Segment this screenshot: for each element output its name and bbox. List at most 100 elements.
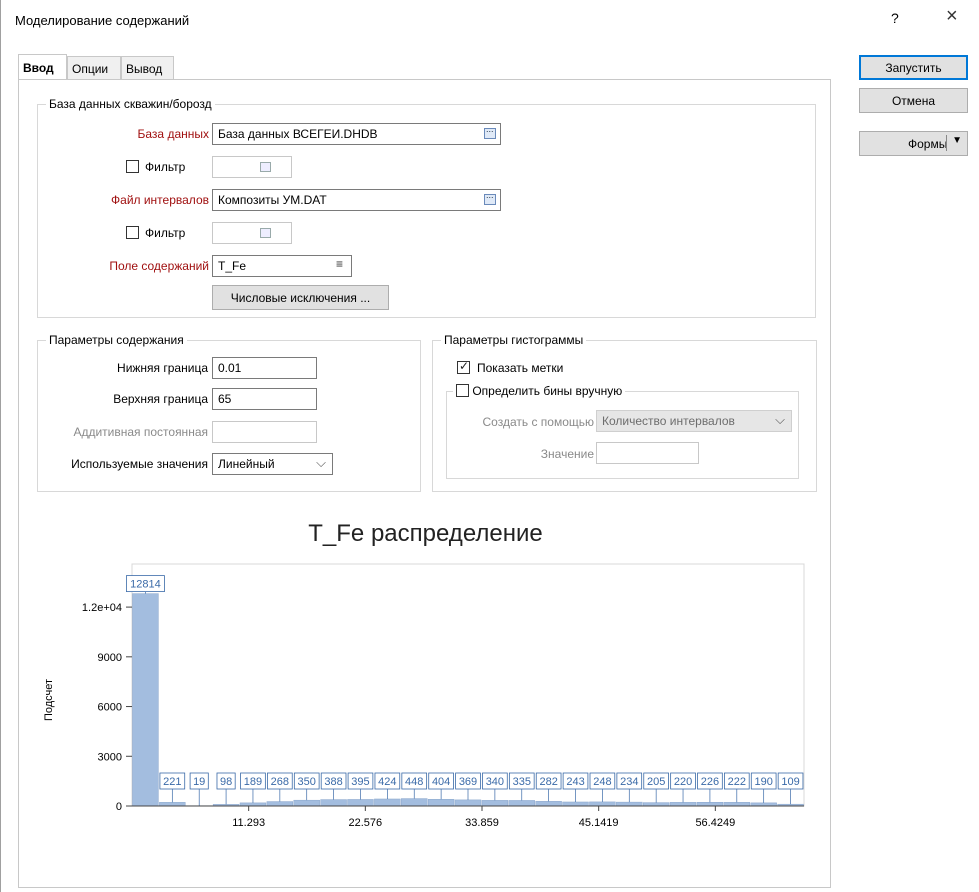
y-axis-label: Подсчет xyxy=(43,679,55,721)
histogram-bar xyxy=(374,798,401,807)
forms-button-label: Формы xyxy=(908,137,948,151)
tab-input[interactable]: Ввод xyxy=(18,54,67,80)
histogram-bar xyxy=(481,800,509,807)
create-with-value: Количество интервалов xyxy=(602,414,735,428)
grade-field-input[interactable]: T_Fe ≡ xyxy=(212,255,352,277)
data-label: 189 xyxy=(244,776,262,788)
histogram-bar xyxy=(159,802,186,807)
x-tick-label: 33.859 xyxy=(465,817,499,829)
histogram-bar xyxy=(320,799,347,807)
histogram-bar xyxy=(347,799,374,807)
database-label: База данных xyxy=(137,127,209,141)
database-input[interactable]: База данных ВСЕГЕИ.DHDB xyxy=(212,123,501,145)
x-tick-label: 11.293 xyxy=(232,817,265,829)
filter1-input[interactable] xyxy=(212,156,292,178)
y-tick-label: 9000 xyxy=(98,652,122,664)
filter2-label: Фильтр xyxy=(145,226,186,240)
browse-interval-icon[interactable] xyxy=(484,190,496,205)
data-label: 424 xyxy=(378,776,396,788)
chevron-down-icon: ⌵ xyxy=(775,412,785,427)
forms-button[interactable]: Формы ▼ xyxy=(859,131,968,156)
y-tick-label: 1.2e+04 xyxy=(82,602,122,614)
data-label: 248 xyxy=(593,776,611,788)
chevron-down-icon: ⌵ xyxy=(316,455,326,470)
create-with-select[interactable]: Количество интервалов ⌵ xyxy=(596,410,792,432)
split-separator xyxy=(946,135,947,151)
grade-field-value: T_Fe xyxy=(218,259,247,273)
grade-params-group: Параметры содержания Нижняя граница 0.01… xyxy=(37,333,421,492)
filter2-checkbox[interactable] xyxy=(126,226,139,239)
data-label: 109 xyxy=(781,776,799,788)
histogram-bar xyxy=(132,593,159,807)
data-label: 220 xyxy=(674,776,692,788)
data-label: 190 xyxy=(755,776,773,788)
dialog-window: Моделирование содержаний ? × Ввод Опции … xyxy=(0,0,979,892)
data-label: 221 xyxy=(163,776,181,788)
tab-output[interactable]: Вывод xyxy=(121,56,174,80)
histogram-bar xyxy=(696,802,724,807)
lower-bound-input[interactable]: 0.01 xyxy=(212,357,317,379)
data-label: 19 xyxy=(193,776,205,788)
manual-bins-label: Определить бины вручную xyxy=(472,384,623,398)
filter2-input[interactable] xyxy=(212,222,292,244)
interval-file-value: Композиты УМ.DAT xyxy=(218,193,327,207)
manual-bins-title: Определить бины вручную xyxy=(453,384,626,398)
additive-constant-input[interactable] xyxy=(212,421,317,443)
histogram-bar xyxy=(293,799,320,807)
upper-bound-input[interactable]: 65 xyxy=(212,388,317,410)
tab-content-panel: База данных скважин/борозд База данных Б… xyxy=(18,79,831,888)
data-label: 243 xyxy=(566,776,584,788)
browse-database-icon[interactable] xyxy=(484,124,496,139)
data-label: 388 xyxy=(324,776,342,788)
y-tick-label: 3000 xyxy=(98,751,122,763)
filter1-label: Фильтр xyxy=(145,160,186,174)
value-label: Значение xyxy=(540,447,594,461)
filter-icon[interactable] xyxy=(260,162,271,172)
histogram-bar xyxy=(669,802,697,807)
show-labels-checkbox[interactable] xyxy=(457,359,470,374)
window-title: Моделирование содержаний xyxy=(15,13,190,28)
data-label: 340 xyxy=(486,776,504,788)
filter-icon[interactable] xyxy=(260,228,271,238)
used-values-select[interactable]: Линейный ⌵ xyxy=(212,453,333,475)
histogram-bar xyxy=(562,801,589,807)
x-tick-label: 45.1419 xyxy=(579,817,619,829)
chart-title: T_Fe распределение xyxy=(308,520,543,547)
grade-field-label: Поле содержаний xyxy=(109,259,209,273)
db-group: База данных скважин/борозд База данных Б… xyxy=(37,97,816,318)
list-icon[interactable]: ≡ xyxy=(336,257,343,271)
numeric-exclusions-button[interactable]: Числовые исключения ... xyxy=(212,285,389,310)
data-label: 404 xyxy=(432,776,450,788)
histogram-chart: 0 3000 6000 9000 1.2e+04 Подсчет 12814 221 19 98 1… xyxy=(43,563,805,829)
additive-constant-label: Аддитивная постоянная xyxy=(73,425,208,439)
data-label: 369 xyxy=(459,776,477,788)
show-labels-label: Показать метки xyxy=(477,361,564,375)
histogram-bar xyxy=(454,799,482,807)
interval-file-input[interactable]: Композиты УМ.DAT xyxy=(212,189,501,211)
value-input[interactable] xyxy=(596,442,699,464)
data-label: 12814 xyxy=(130,579,161,591)
grade-params-title: Параметры содержания xyxy=(46,333,187,347)
database-value: База данных ВСЕГЕИ.DHDB xyxy=(218,127,378,141)
histogram-bar xyxy=(401,798,428,807)
interval-file-label: Файл интервалов xyxy=(111,193,209,207)
help-button[interactable]: ? xyxy=(891,10,899,26)
data-label: 268 xyxy=(271,776,289,788)
data-label: 395 xyxy=(351,776,369,788)
db-group-title: База данных скважин/борозд xyxy=(46,97,215,111)
histogram-bar xyxy=(723,802,750,807)
data-label: 282 xyxy=(539,776,557,788)
cancel-button[interactable]: Отмена xyxy=(859,88,968,113)
data-label: 350 xyxy=(298,776,316,788)
histogram-bar xyxy=(616,801,643,807)
manual-bins-checkbox[interactable] xyxy=(456,384,469,397)
data-label: 222 xyxy=(728,776,746,788)
filter1-checkbox[interactable] xyxy=(126,160,139,173)
close-icon[interactable]: × xyxy=(946,5,958,28)
manual-bins-group: Определить бины вручную Создать с помощь… xyxy=(446,384,799,479)
histogram-bar xyxy=(508,800,535,807)
dropdown-arrow-icon[interactable]: ▼ xyxy=(952,135,962,146)
tab-options[interactable]: Опции xyxy=(67,56,121,80)
run-button[interactable]: Запустить xyxy=(859,55,968,80)
histogram-bar xyxy=(535,801,562,807)
